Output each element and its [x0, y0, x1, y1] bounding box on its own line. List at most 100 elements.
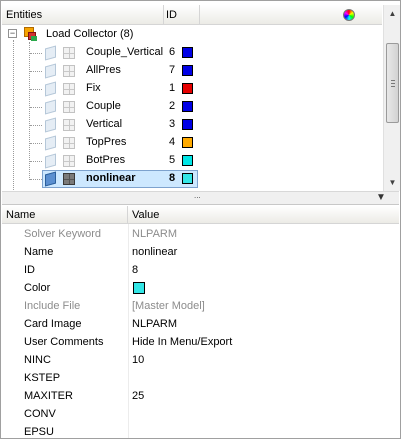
property-row[interactable]: EPSU [2, 423, 399, 438]
property-value: NLPARM [132, 228, 178, 240]
property-value[interactable]: 10 [132, 351, 144, 369]
tree-item-id: 5 [169, 154, 176, 166]
collapse-icon[interactable]: − [8, 29, 17, 38]
display-toggle-icon[interactable] [62, 172, 75, 185]
properties-table: Solver Keyword NLPARM Name nonlinear ID 8 Colo… [2, 224, 399, 438]
tree-item-id: 1 [169, 82, 176, 94]
tree-item[interactable]: Couple 2 [2, 98, 382, 116]
tree-guide-line [30, 161, 42, 162]
visibility-toggle-icon[interactable] [44, 136, 57, 149]
splitter-grip[interactable]: ... [194, 192, 201, 200]
property-value[interactable]: 8 [132, 261, 138, 279]
tree-item[interactable]: nonlinear 8 [2, 170, 382, 188]
visibility-toggle-icon[interactable] [44, 172, 57, 185]
display-toggle-icon[interactable] [62, 46, 75, 59]
property-value[interactable]: nonlinear [132, 243, 177, 261]
property-row[interactable]: KSTEP [2, 369, 399, 387]
tree-item[interactable]: TopPres 4 [2, 134, 382, 152]
entity-tree: − Load Collector (8) Couple_Vertical 6 All… [2, 26, 382, 191]
display-toggle-icon[interactable] [62, 100, 75, 113]
tree-root-label: Load Collector (8) [46, 28, 134, 40]
display-toggle-icon[interactable] [62, 118, 75, 131]
dropdown-arrow-icon[interactable]: ▼ [376, 193, 386, 203]
property-row[interactable]: Solver Keyword NLPARM [2, 225, 399, 243]
color-swatch[interactable] [182, 119, 193, 130]
tree-item[interactable]: Vertical 3 [2, 116, 382, 134]
property-row[interactable]: MAXITER 25 [2, 387, 399, 405]
tree-item-label: Fix [86, 82, 101, 94]
scrollbar-thumb[interactable] [386, 43, 399, 123]
visibility-toggle-icon[interactable] [44, 154, 57, 167]
tree-item-label: AllPres [86, 64, 121, 76]
scroll-up-arrow-icon[interactable]: ▲ [384, 5, 401, 22]
property-row[interactable]: User Comments Hide In Menu/Export [2, 333, 399, 351]
tree-item[interactable]: Couple_Vertical 6 [2, 44, 382, 62]
tree-header: Entities ID [2, 5, 382, 25]
tree-item-id: 3 [169, 118, 176, 130]
tree-item-label: nonlinear [86, 172, 136, 184]
property-value: [Master Model] [132, 300, 205, 312]
property-name: Name [24, 246, 54, 258]
display-toggle-icon[interactable] [62, 136, 75, 149]
color-swatch[interactable] [182, 83, 193, 94]
property-row[interactable]: Include File [Master Model] [2, 297, 399, 315]
entities-column-header[interactable]: Entities [2, 5, 164, 25]
tree-guide-line [30, 125, 42, 126]
display-toggle-icon[interactable] [62, 82, 75, 95]
color-swatch[interactable] [182, 137, 193, 148]
visibility-toggle-icon[interactable] [44, 46, 57, 59]
color-swatch[interactable] [182, 155, 193, 166]
property-value[interactable]: Hide In Menu/Export [132, 333, 232, 351]
property-name: Card Image [24, 318, 82, 330]
visibility-toggle-icon[interactable] [44, 82, 57, 95]
property-name: NINC [24, 354, 51, 366]
load-collector-icon [22, 26, 38, 42]
property-name: User Comments [24, 336, 104, 348]
tree-item-id: 4 [169, 136, 176, 148]
property-name: EPSU [24, 426, 54, 438]
color-swatch[interactable] [182, 65, 193, 76]
scroll-down-arrow-icon[interactable]: ▼ [384, 174, 401, 191]
visibility-toggle-icon[interactable] [44, 64, 57, 77]
tree-item-label: Vertical [86, 118, 123, 130]
tree-item[interactable]: BotPres 5 [2, 152, 382, 170]
tree-item-id: 7 [169, 64, 176, 76]
property-name: MAXITER [24, 390, 73, 402]
property-row[interactable]: CONV [2, 405, 399, 423]
tree-vertical-scrollbar[interactable]: ▲ ▼ [383, 5, 400, 191]
property-name: ID [24, 264, 35, 276]
property-row[interactable]: Color [2, 279, 399, 297]
color-wheel-icon [343, 9, 355, 21]
property-row[interactable]: NINC 10 [2, 351, 399, 369]
display-toggle-icon[interactable] [62, 64, 75, 77]
id-column-header[interactable]: ID [164, 5, 355, 25]
properties-header: Name Value [2, 206, 399, 224]
tree-guide-line [30, 107, 42, 108]
property-value[interactable]: NLPARM [132, 315, 177, 333]
tree-item-label: Couple [86, 100, 121, 112]
display-toggle-icon[interactable] [62, 154, 75, 167]
property-row[interactable]: Name nonlinear [2, 243, 399, 261]
tree-root-load-collector[interactable]: − Load Collector (8) [2, 26, 382, 44]
property-name: CONV [24, 408, 56, 420]
tree-item-id: 8 [169, 172, 176, 184]
pane-splitter[interactable]: ... ▼ [2, 191, 399, 205]
value-column-header[interactable]: Value [129, 206, 159, 224]
visibility-toggle-icon[interactable] [44, 118, 57, 131]
property-name: Include File [24, 300, 81, 312]
color-swatch[interactable] [182, 101, 193, 112]
color-swatch[interactable] [182, 173, 193, 184]
property-row[interactable]: ID 8 [2, 261, 399, 279]
property-value[interactable]: 25 [132, 387, 144, 405]
tree-guide-line [30, 71, 42, 72]
tree-guide-line [30, 179, 42, 180]
tree-guide-line [30, 53, 42, 54]
name-column-header[interactable]: Name [2, 206, 128, 224]
property-name: KSTEP [24, 372, 61, 384]
tree-item[interactable]: Fix 1 [2, 80, 382, 98]
color-swatch[interactable] [133, 282, 145, 294]
color-swatch[interactable] [182, 47, 193, 58]
visibility-toggle-icon[interactable] [44, 100, 57, 113]
property-row[interactable]: Card Image NLPARM [2, 315, 399, 333]
tree-item[interactable]: AllPres 7 [2, 62, 382, 80]
